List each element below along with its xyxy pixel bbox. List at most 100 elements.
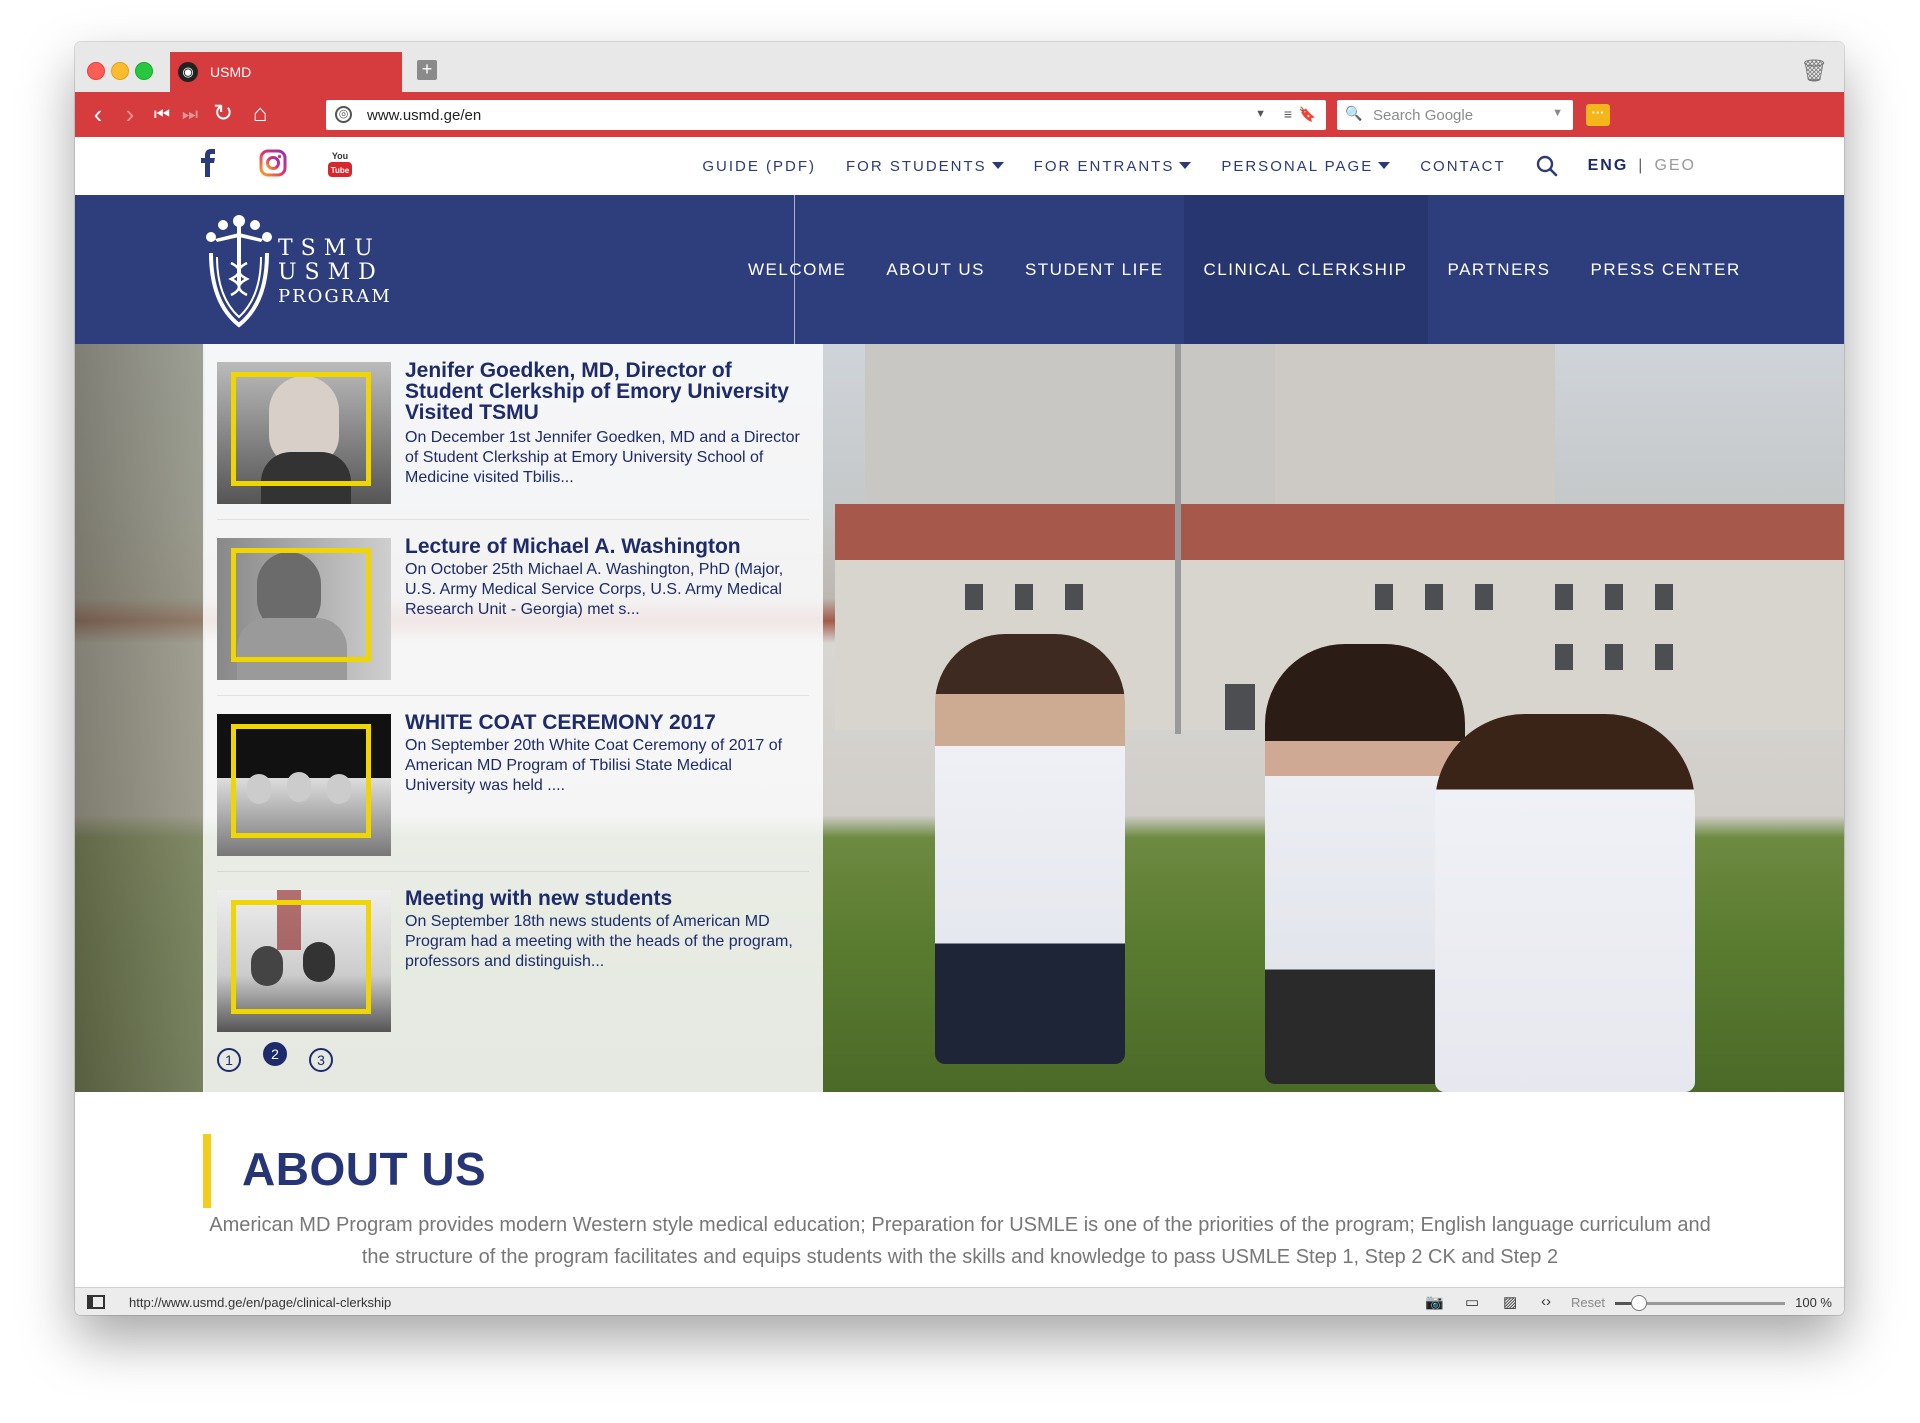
top-navigation: GUIDE (PDF) FOR STUDENTS FOR ENTRANTS PE… bbox=[702, 137, 1696, 195]
lang-geo[interactable]: GEO bbox=[1654, 157, 1696, 175]
bookmark-icon[interactable]: 🔖 bbox=[1299, 106, 1316, 123]
main-nav-items: WELCOME ABOUT US STUDENT LIFE CLINICAL C… bbox=[728, 195, 1761, 344]
news-item[interactable]: Meeting with new students On September 1… bbox=[203, 872, 823, 1048]
topnav-personal-page[interactable]: PERSONAL PAGE bbox=[1221, 158, 1391, 175]
youtube-icon[interactable]: You Tube bbox=[327, 149, 353, 179]
lang-eng[interactable]: ENG bbox=[1588, 157, 1629, 175]
reader-icon[interactable]: ≡ bbox=[1284, 106, 1292, 122]
globe-icon: ◉ bbox=[178, 62, 198, 82]
highlight-frame bbox=[231, 900, 371, 1014]
address-toolbar: ‹ › ⏮ ⏭ ↻ ⌂ ◎ www.usmd.ge/en ▼ ≡ 🔖 🔍 Sea… bbox=[75, 92, 1844, 137]
topnav-guide[interactable]: GUIDE (PDF) bbox=[702, 158, 816, 175]
pager-page-1[interactable]: 1 bbox=[217, 1048, 241, 1072]
news-title[interactable]: WHITE COAT CEREMONY 2017 bbox=[405, 712, 805, 733]
highlight-frame bbox=[231, 548, 371, 662]
window-icon[interactable]: ▭ bbox=[1465, 1293, 1479, 1311]
mainnav-clinical-clerkship[interactable]: CLINICAL CLERKSHIP bbox=[1183, 195, 1428, 344]
about-section: ABOUT US American MD Program provides mo… bbox=[75, 1092, 1844, 1287]
news-title[interactable]: Lecture of Michael A. Washington bbox=[405, 536, 805, 557]
pager-page-3[interactable]: 3 bbox=[309, 1048, 333, 1072]
language-switcher: ENG | GEO bbox=[1588, 157, 1696, 175]
highlight-frame bbox=[231, 724, 371, 838]
minimize-window-button[interactable] bbox=[111, 62, 129, 80]
browser-tab[interactable]: ◉ USMD bbox=[170, 52, 402, 92]
caret-down-icon bbox=[1179, 161, 1192, 169]
tab-title: USMD bbox=[210, 64, 252, 80]
search-icon[interactable] bbox=[1536, 155, 1558, 177]
extension-icon[interactable]: ··· bbox=[1586, 104, 1610, 126]
logo-wordmark: TSMU USMD PROGRAM bbox=[278, 236, 392, 308]
pager-page-2[interactable]: 2 bbox=[263, 1042, 287, 1066]
image-icon[interactable]: ▨ bbox=[1503, 1293, 1517, 1311]
reload-icon[interactable]: ↻ bbox=[209, 98, 237, 130]
news-excerpt: On September 20th White Coat Ceremony of… bbox=[405, 737, 783, 794]
status-url: http://www.usmd.ge/en/page/clinical-cler… bbox=[129, 1295, 392, 1310]
news-thumbnail[interactable] bbox=[217, 538, 391, 680]
rewind-icon[interactable]: ⏮ bbox=[151, 98, 173, 130]
lang-separator: | bbox=[1638, 157, 1645, 174]
address-field[interactable]: ◎ www.usmd.ge/en ▼ ≡ 🔖 bbox=[326, 100, 1326, 130]
instagram-icon[interactable] bbox=[259, 149, 287, 177]
flagpole-image bbox=[1175, 344, 1181, 734]
news-item[interactable]: WHITE COAT CEREMONY 2017 On September 20… bbox=[203, 696, 823, 872]
news-thumbnail[interactable] bbox=[217, 890, 391, 1032]
highlight-frame bbox=[231, 372, 371, 486]
mainnav-student-life[interactable]: STUDENT LIFE bbox=[1005, 195, 1184, 344]
news-excerpt: On December 1st Jennifer Goedken, MD and… bbox=[405, 429, 800, 486]
topnav-for-students[interactable]: FOR STUDENTS bbox=[846, 158, 1004, 175]
zoom-slider-handle[interactable] bbox=[1630, 1295, 1647, 1311]
news-item[interactable]: Jenifer Goedken, MD, Director of Student… bbox=[203, 344, 823, 520]
svg-text:You: You bbox=[332, 151, 348, 161]
accent-bar bbox=[203, 1134, 211, 1208]
status-bar: http://www.usmd.ge/en/page/clinical-cler… bbox=[75, 1287, 1844, 1315]
panel-toggle-icon[interactable] bbox=[87, 1295, 105, 1309]
mainnav-press-center[interactable]: PRESS CENTER bbox=[1571, 195, 1761, 344]
chevron-down-icon[interactable]: ▼ bbox=[1552, 107, 1563, 119]
camera-icon[interactable]: 📷 bbox=[1425, 1293, 1444, 1311]
trash-icon[interactable]: 🗑 bbox=[1800, 58, 1828, 84]
roof-image bbox=[835, 504, 1844, 560]
page-viewport: You Tube GUIDE (PDF) FOR STUDENTS FOR EN… bbox=[75, 137, 1844, 1287]
zoom-reset-button[interactable]: Reset bbox=[1571, 1295, 1605, 1310]
news-pager: 1 2 3 bbox=[217, 1042, 333, 1072]
new-tab-button[interactable]: + bbox=[417, 60, 437, 80]
news-thumbnail[interactable] bbox=[217, 714, 391, 856]
mainnav-partners[interactable]: PARTNERS bbox=[1428, 195, 1571, 344]
site-info-icon[interactable]: ◎ bbox=[335, 106, 352, 123]
news-title[interactable]: Meeting with new students bbox=[405, 888, 805, 909]
code-icon[interactable]: ‹› bbox=[1541, 1293, 1551, 1310]
topnav-contact[interactable]: CONTACT bbox=[1420, 158, 1505, 175]
news-title[interactable]: Jenifer Goedken, MD, Director of Student… bbox=[405, 360, 805, 423]
main-navigation-bar: TSMU USMD PROGRAM WELCOME ABOUT US STUDE… bbox=[75, 195, 1844, 344]
facebook-icon[interactable] bbox=[199, 149, 217, 177]
site-logo[interactable]: TSMU USMD PROGRAM bbox=[201, 207, 401, 335]
close-window-button[interactable] bbox=[87, 62, 105, 80]
dropdown-icon[interactable]: ▼ bbox=[1255, 108, 1266, 120]
news-thumbnail[interactable] bbox=[217, 362, 391, 504]
news-panel: Jenifer Goedken, MD, Director of Student… bbox=[203, 344, 823, 1092]
search-placeholder: Search Google bbox=[1373, 107, 1474, 124]
zoom-window-button[interactable] bbox=[135, 62, 153, 80]
about-paragraph: American MD Program provides modern West… bbox=[209, 1214, 1711, 1268]
back-icon[interactable]: ‹ bbox=[85, 98, 111, 130]
home-icon[interactable]: ⌂ bbox=[245, 98, 275, 130]
topnav-for-entrants[interactable]: FOR ENTRANTS bbox=[1034, 158, 1192, 175]
about-heading: ABOUT US bbox=[242, 1143, 487, 1195]
news-excerpt: On October 25th Michael A. Washington, P… bbox=[405, 561, 784, 618]
news-excerpt: On September 18th news students of Ameri… bbox=[405, 913, 793, 970]
forward-icon[interactable]: › bbox=[117, 98, 143, 130]
tree-image bbox=[75, 344, 205, 1092]
search-field[interactable]: 🔍 Search Google ▼ bbox=[1337, 100, 1573, 130]
mainnav-welcome[interactable]: WELCOME bbox=[728, 195, 866, 344]
site-topbar: You Tube GUIDE (PDF) FOR STUDENTS FOR EN… bbox=[75, 137, 1844, 196]
student-photo bbox=[935, 634, 1125, 1064]
mainnav-about-us[interactable]: ABOUT US bbox=[866, 195, 1005, 344]
svg-text:Tube: Tube bbox=[331, 166, 350, 175]
news-item[interactable]: Lecture of Michael A. Washington On Octo… bbox=[203, 520, 823, 696]
caret-down-icon bbox=[991, 161, 1004, 169]
zoom-level: 100 % bbox=[1795, 1295, 1832, 1310]
caduceus-crest-icon bbox=[206, 215, 272, 328]
fast-forward-icon[interactable]: ⏭ bbox=[179, 98, 201, 130]
zoom-slider[interactable] bbox=[1615, 1295, 1785, 1311]
tab-bar: ◉ USMD + 🗑 bbox=[75, 42, 1844, 93]
